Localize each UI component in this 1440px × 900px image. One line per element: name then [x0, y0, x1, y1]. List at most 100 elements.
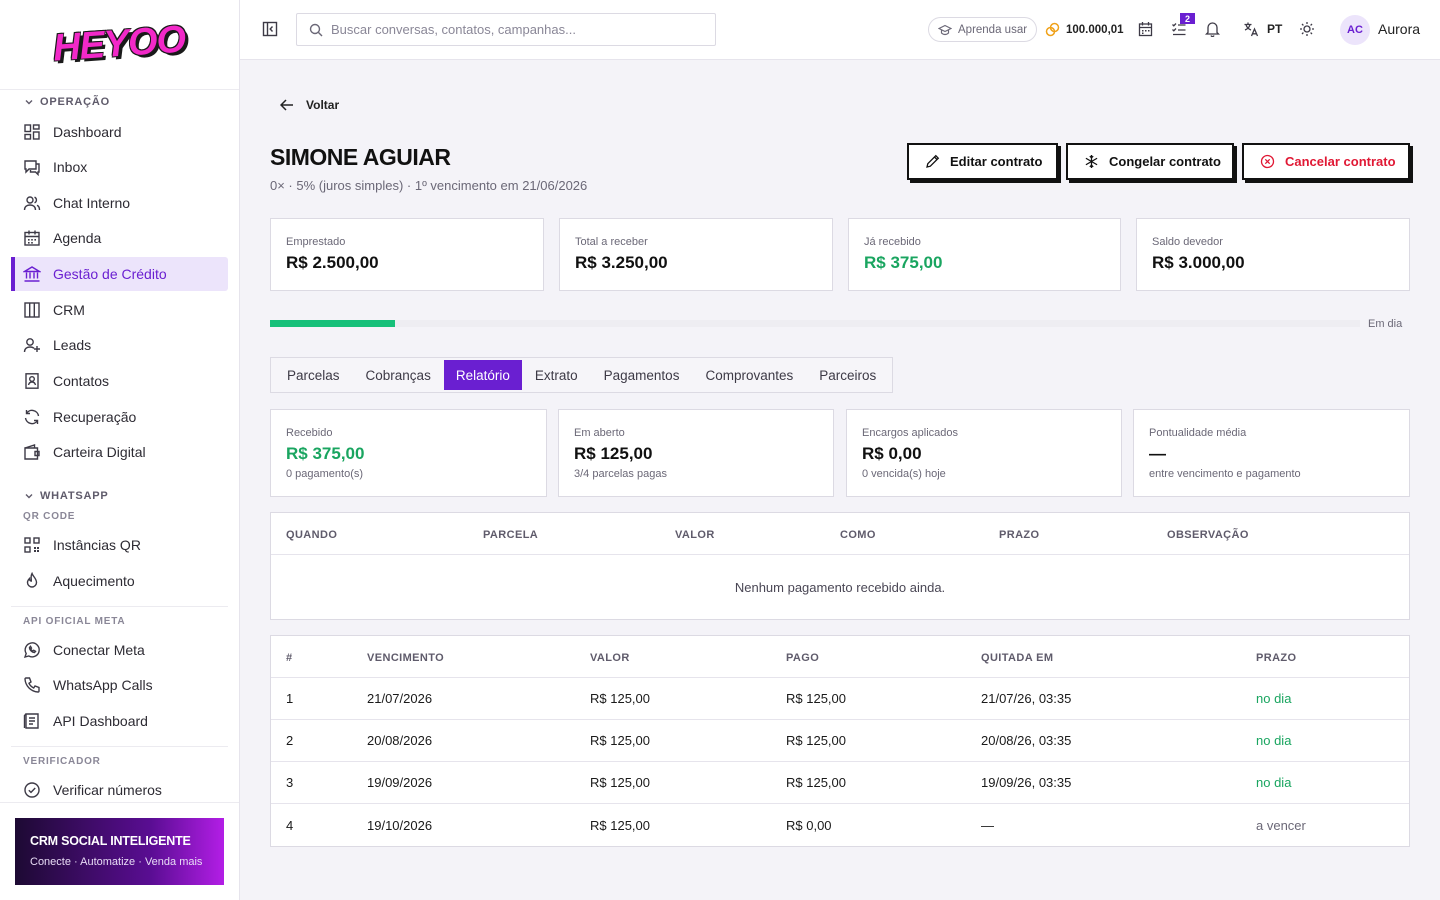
theme-toggle-button[interactable] — [1299, 21, 1315, 37]
tab-parceiros[interactable]: Parceiros — [806, 360, 889, 390]
cell-paid: R$ 125,00 — [786, 733, 846, 748]
report-sub: 0 vencida(s) hoje — [862, 468, 946, 480]
arrow-left-icon — [280, 99, 293, 111]
sidebar-item-crm[interactable]: CRM — [11, 293, 228, 327]
divider — [271, 554, 1409, 555]
sidebar-item-aquecimento[interactable]: Aquecimento — [11, 564, 228, 598]
report-label: Recebido — [286, 427, 333, 439]
sun-icon — [1300, 22, 1314, 36]
users-icon — [23, 196, 41, 211]
contract-summary: 0× · 5% (juros simples) · 1º vencimento … — [270, 178, 588, 193]
column-header: VALOR — [590, 652, 630, 664]
tab-pagamentos[interactable]: Pagamentos — [591, 360, 693, 390]
sidebar-item-leads[interactable]: Leads — [11, 328, 228, 362]
cell-number: 2 — [286, 733, 294, 748]
freeze-contract-button[interactable]: Congelar contrato — [1066, 143, 1234, 180]
brand-logo[interactable]: HEYOO — [52, 18, 187, 70]
sidebar-item-label: Instâncias QR — [53, 537, 141, 553]
sidebar-item-label: Inbox — [53, 159, 88, 175]
payment-progress-bar — [270, 320, 1360, 327]
language-selector[interactable]: PT — [1243, 21, 1282, 37]
summary-label: Emprestado — [286, 236, 346, 248]
search-input[interactable] — [331, 22, 691, 37]
tab-comprovantes[interactable]: Comprovantes — [692, 360, 806, 390]
sidebar-item-gestao-de-credito[interactable]: Gestão de Crédito — [11, 257, 228, 291]
sidebar-item-chat-interno[interactable]: Chat Interno — [11, 186, 228, 220]
tab-extrato[interactable]: Extrato — [522, 360, 591, 390]
cell-value: R$ 125,00 — [590, 691, 650, 706]
summary-value: R$ 2.500,00 — [286, 253, 379, 272]
sidebar-item-whatsapp-calls[interactable]: WhatsApp Calls — [11, 668, 228, 702]
cell-paid-at: — — [981, 818, 994, 833]
summary-label: Já recebido — [864, 236, 921, 248]
cancel-contract-button[interactable]: Cancelar contrato — [1242, 143, 1410, 180]
avatar[interactable]: AC — [1340, 15, 1370, 45]
promo-subtitle: Conecte · Automatize · Venda mais — [30, 856, 203, 868]
cell-paid-at: 19/09/26, 03:35 — [981, 775, 1072, 790]
tab-parcelas[interactable]: Parcelas — [274, 360, 353, 390]
learn-button[interactable]: Aprenda usar — [928, 17, 1038, 42]
section-whatsapp[interactable]: WHATSAPP — [24, 490, 109, 502]
user-name[interactable]: Aurora — [1378, 21, 1420, 37]
calendar-icon — [1138, 22, 1153, 37]
calendar-button[interactable] — [1138, 21, 1153, 37]
cell-paid: R$ 125,00 — [786, 691, 846, 706]
report-value: R$ 375,00 — [286, 444, 365, 463]
sidebar-toggle-icon — [262, 21, 278, 37]
sidebar-item-contatos[interactable]: Contatos — [11, 364, 228, 398]
sidebar-item-verificar-numeros[interactable]: Verificar números — [11, 773, 228, 802]
summary-card-emprestado: Emprestado R$ 2.500,00 — [270, 218, 544, 291]
promo-banner[interactable]: CRM SOCIAL INTELIGENTE Conecte · Automat… — [15, 818, 224, 885]
sidebar-item-dashboard[interactable]: Dashboard — [11, 115, 228, 149]
sidebar-toggle-button[interactable] — [262, 21, 278, 37]
bell-icon — [1205, 22, 1220, 37]
edit-contract-button[interactable]: Editar contrato — [907, 143, 1058, 180]
column-header: PAGO — [786, 652, 820, 664]
column-header: QUANDO — [286, 529, 338, 541]
installments-table: # VENCIMENTO VALOR PAGO QUITADA EM PRAZO… — [270, 635, 1410, 847]
column-header: VALOR — [675, 529, 715, 541]
refresh-icon — [24, 409, 40, 425]
payment-progress-fill — [270, 320, 396, 327]
cell-paid-at: 21/07/26, 03:35 — [981, 691, 1072, 706]
sidebar-item-recuperacao[interactable]: Recuperação — [11, 400, 228, 434]
sidebar-item-instancias-qr[interactable]: Instâncias QR — [11, 528, 228, 562]
search-bar[interactable] — [296, 13, 716, 46]
report-card-em-aberto: Em aberto R$ 125,00 3/4 parcelas pagas — [558, 409, 834, 497]
cell-term: a vencer — [1256, 818, 1306, 833]
sidebar-item-conectar-meta[interactable]: Conectar Meta — [11, 633, 228, 667]
cell-value: R$ 125,00 — [590, 775, 650, 790]
flame-icon — [26, 572, 38, 588]
summary-value: R$ 375,00 — [864, 253, 943, 272]
divider — [11, 606, 228, 607]
tab-cobrancas[interactable]: Cobranças — [353, 360, 444, 390]
divider — [271, 761, 1409, 762]
sidebar-item-label: Conectar Meta — [53, 642, 145, 658]
inbox-icon — [24, 160, 40, 176]
api-icon — [23, 713, 39, 729]
tab-relatorio[interactable]: Relatório — [443, 360, 522, 390]
sidebar-item-carteira-digital[interactable]: Carteira Digital — [11, 435, 228, 469]
report-value: — — [1149, 444, 1166, 463]
edit-contract-label: Editar contrato — [950, 154, 1043, 169]
notifications-button[interactable] — [1205, 21, 1220, 37]
status-badge: Em dia — [1368, 318, 1403, 330]
pencil-icon — [926, 154, 940, 168]
back-button[interactable]: Voltar — [280, 98, 339, 112]
sidebar-item-api-dashboard[interactable]: API Dashboard — [11, 704, 228, 738]
credits-display[interactable]: 100.000,01 — [1045, 22, 1124, 37]
column-header: QUITADA EM — [981, 652, 1054, 664]
summary-label: Total a receber — [575, 236, 648, 248]
translate-icon — [1244, 22, 1259, 37]
search-icon — [309, 23, 323, 36]
cell-number: 3 — [286, 775, 294, 790]
column-header: PRAZO — [1256, 652, 1297, 664]
report-value: R$ 125,00 — [574, 444, 653, 463]
sidebar-item-label: WhatsApp Calls — [53, 677, 153, 693]
cell-due-date: 19/10/2026 — [367, 818, 433, 833]
sidebar-item-label: Recuperação — [53, 409, 137, 425]
sidebar-item-label: Gestão de Crédito — [53, 266, 167, 282]
sidebar-item-inbox[interactable]: Inbox — [11, 150, 228, 184]
sidebar-item-agenda[interactable]: Agenda — [11, 221, 228, 255]
section-operacao[interactable]: OPERAÇÃO — [24, 96, 110, 108]
